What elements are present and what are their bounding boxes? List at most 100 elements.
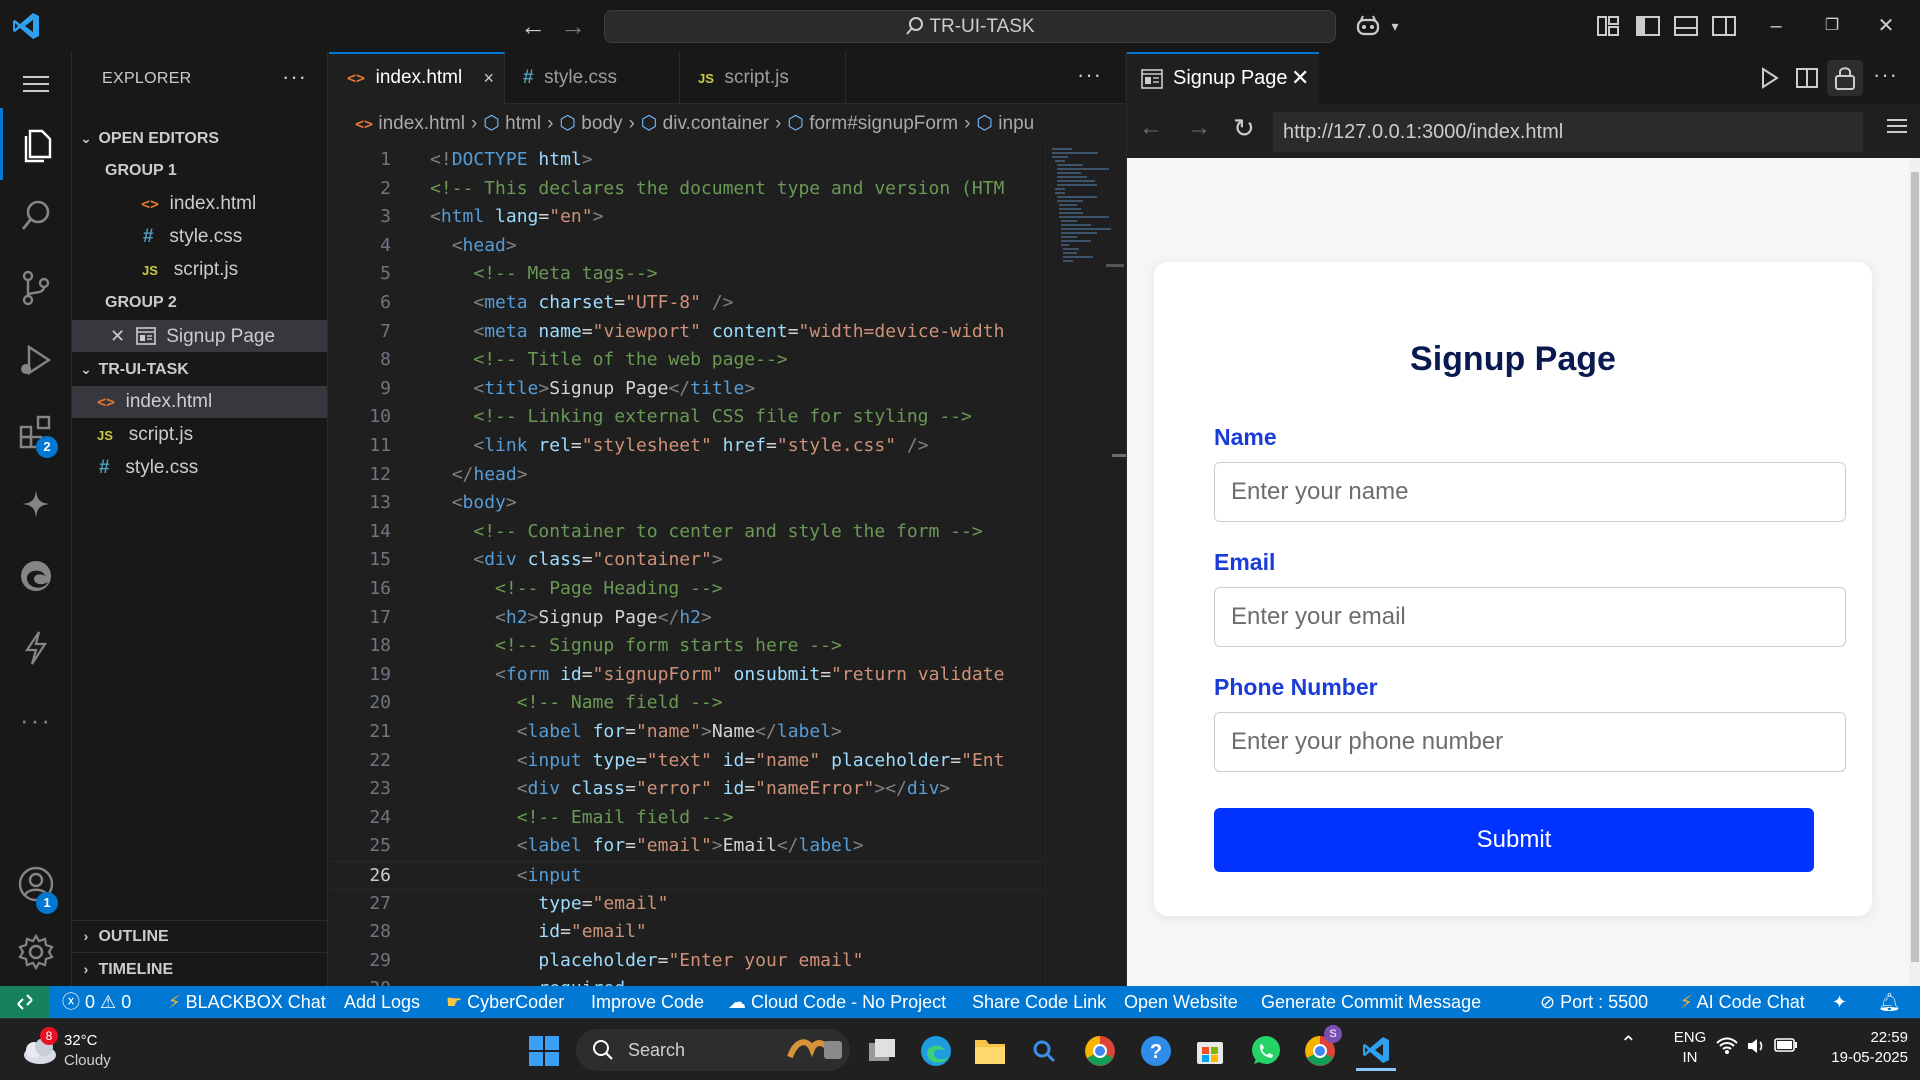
breadcrumb-item[interactable]: form#signupForm bbox=[809, 113, 958, 134]
lock-toggle[interactable] bbox=[1827, 60, 1863, 96]
explorer-icon[interactable] bbox=[0, 108, 72, 180]
scrollbar-thumb[interactable] bbox=[1911, 172, 1919, 962]
code-line[interactable]: 18 <!-- Signup form starts here --> bbox=[329, 632, 1049, 661]
code-line[interactable]: 15 <div class="container"> bbox=[329, 546, 1049, 575]
code-line[interactable]: 24 <!-- Email field --> bbox=[329, 804, 1049, 833]
code-area[interactable]: 1 <!DOCTYPE html> 2 <!-- This declares the … bbox=[329, 144, 1049, 986]
code-line[interactable]: 20 <!-- Name field --> bbox=[329, 689, 1049, 718]
extensions-icon[interactable]: 2 bbox=[0, 396, 72, 468]
tab-style-css[interactable]: # style.css bbox=[505, 52, 680, 104]
code-line[interactable]: 12 </head> bbox=[329, 461, 1049, 490]
customize-layout-icon[interactable] bbox=[1594, 12, 1622, 40]
forward-arrow-icon[interactable]: → bbox=[558, 12, 588, 40]
ai-code-chat-item[interactable]: ⚡ AI Code Chat bbox=[1680, 986, 1805, 1018]
tree-file-script-js[interactable]: JS script.js bbox=[72, 419, 327, 451]
chrome-icon[interactable] bbox=[1080, 1031, 1120, 1071]
close-window-icon[interactable]: ✕ bbox=[1866, 10, 1906, 42]
code-line[interactable]: 30 required bbox=[329, 975, 1049, 986]
settings-gear-icon[interactable] bbox=[0, 920, 72, 984]
split-editor-icon[interactable] bbox=[1795, 66, 1819, 90]
copilot-icon[interactable] bbox=[1354, 12, 1382, 40]
accounts-icon[interactable]: 1 bbox=[0, 848, 72, 920]
preview-more-icon[interactable]: ··· bbox=[1873, 62, 1898, 88]
code-line[interactable]: 1 <!DOCTYPE html> bbox=[329, 146, 1049, 175]
clock[interactable]: 22:59 19-05-2025 bbox=[1816, 1029, 1908, 1066]
outline-header[interactable]: › OUTLINE bbox=[72, 920, 327, 952]
remote-indicator[interactable] bbox=[0, 986, 50, 1018]
code-line[interactable]: 2 <!-- This declares the document type an… bbox=[329, 175, 1049, 204]
menu-icon[interactable] bbox=[0, 52, 72, 116]
search-view-icon[interactable] bbox=[0, 180, 72, 252]
code-line[interactable]: 17 <h2>Signup Page</h2> bbox=[329, 604, 1049, 633]
breadcrumb-item[interactable]: inpu bbox=[998, 113, 1034, 134]
tree-file-index-html[interactable]: <> index.html bbox=[72, 386, 327, 418]
run-icon[interactable] bbox=[1757, 66, 1781, 90]
code-line[interactable]: 19 <form id="signupForm" onsubmit="retur… bbox=[329, 661, 1049, 690]
code-line[interactable]: 21 <label for="name">Name</label> bbox=[329, 718, 1049, 747]
tray-chevron-up-icon[interactable]: ⌃ bbox=[1620, 1031, 1637, 1056]
run-and-debug-icon[interactable] bbox=[0, 324, 72, 396]
blackbox-chat-item[interactable]: ⚡ BLACKBOX Chat bbox=[168, 986, 326, 1018]
code-line[interactable]: 14 <!-- Container to center and style th… bbox=[329, 518, 1049, 547]
command-center-search[interactable]: TR-UI-TASK bbox=[604, 10, 1336, 43]
minimize-icon[interactable]: – bbox=[1756, 10, 1796, 42]
help-icon[interactable]: ? bbox=[1136, 1031, 1176, 1071]
search-app-icon[interactable] bbox=[1024, 1031, 1064, 1071]
code-line[interactable]: 6 <meta charset="UTF-8" /> bbox=[329, 289, 1049, 318]
back-arrow-icon[interactable]: ← bbox=[518, 12, 548, 40]
breadcrumb-item[interactable]: body bbox=[581, 113, 622, 134]
battery-icon[interactable] bbox=[1774, 1038, 1798, 1056]
group1-header[interactable]: GROUP 1 bbox=[72, 155, 327, 187]
explorer-more-icon[interactable]: ··· bbox=[282, 64, 307, 90]
reload-icon[interactable]: ↻ bbox=[1233, 113, 1255, 144]
browser-forward-icon[interactable]: → bbox=[1187, 114, 1211, 142]
open-website-item[interactable]: Open Website bbox=[1124, 986, 1238, 1018]
code-line[interactable]: 22 <input type="text" id="name" placehol… bbox=[329, 747, 1049, 776]
add-logs-item[interactable]: Add Logs bbox=[344, 986, 420, 1018]
code-line[interactable]: 26 <input bbox=[329, 861, 1049, 890]
tab-index-html[interactable]: <> index.html × bbox=[329, 52, 505, 104]
cybercoder-item[interactable]: ☛ CyberCoder bbox=[446, 986, 564, 1018]
share-code-link-item[interactable]: Share Code Link bbox=[972, 986, 1106, 1018]
code-line[interactable]: 23 <div class="error" id="nameError"></d… bbox=[329, 775, 1049, 804]
start-button[interactable] bbox=[524, 1031, 564, 1071]
copilot-status-icon[interactable]: ✦ bbox=[1832, 986, 1847, 1018]
file-explorer-icon[interactable] bbox=[970, 1031, 1010, 1071]
code-line[interactable]: 27 type="email" bbox=[329, 890, 1049, 919]
project-folder-header[interactable]: ⌄ TR-UI-TASK bbox=[72, 353, 327, 385]
copilot-chevron-down-icon[interactable]: ▾ bbox=[1380, 12, 1410, 40]
code-line[interactable]: 10 <!-- Linking external CSS file for st… bbox=[329, 403, 1049, 432]
task-view-icon[interactable] bbox=[862, 1031, 902, 1071]
editor-more-icon[interactable]: ··· bbox=[1077, 62, 1102, 88]
email-input[interactable]: Enter your email bbox=[1214, 587, 1846, 647]
breadcrumb-item[interactable]: html bbox=[505, 113, 541, 134]
toggle-panel-icon[interactable] bbox=[1672, 12, 1700, 40]
code-line[interactable]: 11 <link rel="stylesheet" href="style.cs… bbox=[329, 432, 1049, 461]
url-bar[interactable]: http://127.0.0.1:3000/index.html bbox=[1273, 112, 1863, 152]
minimap[interactable] bbox=[1045, 144, 1126, 986]
toggle-secondary-sidebar-icon[interactable] bbox=[1710, 12, 1738, 40]
microsoft-store-icon[interactable] bbox=[1190, 1031, 1230, 1071]
code-line[interactable]: 25 <label for="email">Email</label> bbox=[329, 832, 1049, 861]
improve-code-item[interactable]: Improve Code bbox=[591, 986, 704, 1018]
problems-indicator[interactable]: ⓧ 0 ⚠ 0 bbox=[62, 986, 131, 1018]
group2-header[interactable]: GROUP 2 bbox=[72, 287, 327, 319]
browser-back-icon[interactable]: ← bbox=[1139, 114, 1163, 142]
code-line[interactable]: 8 <!-- Title of the web page--> bbox=[329, 346, 1049, 375]
more-views-icon[interactable]: ··· bbox=[0, 684, 72, 756]
wifi-icon[interactable] bbox=[1716, 1037, 1738, 1059]
browser-menu-icon[interactable] bbox=[1887, 116, 1907, 141]
code-line[interactable]: 3 <html lang="en"> bbox=[329, 203, 1049, 232]
tab-signup-page[interactable]: Signup Page ✕ bbox=[1127, 52, 1319, 104]
vscode-taskbar-icon[interactable] bbox=[1356, 1031, 1396, 1071]
volume-icon[interactable] bbox=[1746, 1037, 1766, 1059]
code-line[interactable]: 28 id="email" bbox=[329, 918, 1049, 947]
code-line[interactable]: 29 placeholder="Enter your email" bbox=[329, 947, 1049, 976]
chrome-profile-icon[interactable]: S bbox=[1300, 1025, 1342, 1071]
name-input[interactable]: Enter your name bbox=[1214, 462, 1846, 522]
open-editor-style-css[interactable]: # style.css bbox=[72, 221, 327, 253]
tab-script-js[interactable]: JS script.js bbox=[680, 52, 846, 104]
open-editor-script-js[interactable]: JS script.js bbox=[72, 254, 327, 286]
page-scrollbar[interactable] bbox=[1909, 158, 1920, 986]
notifications-icon[interactable]: 🔔︎ bbox=[1878, 986, 1901, 1018]
